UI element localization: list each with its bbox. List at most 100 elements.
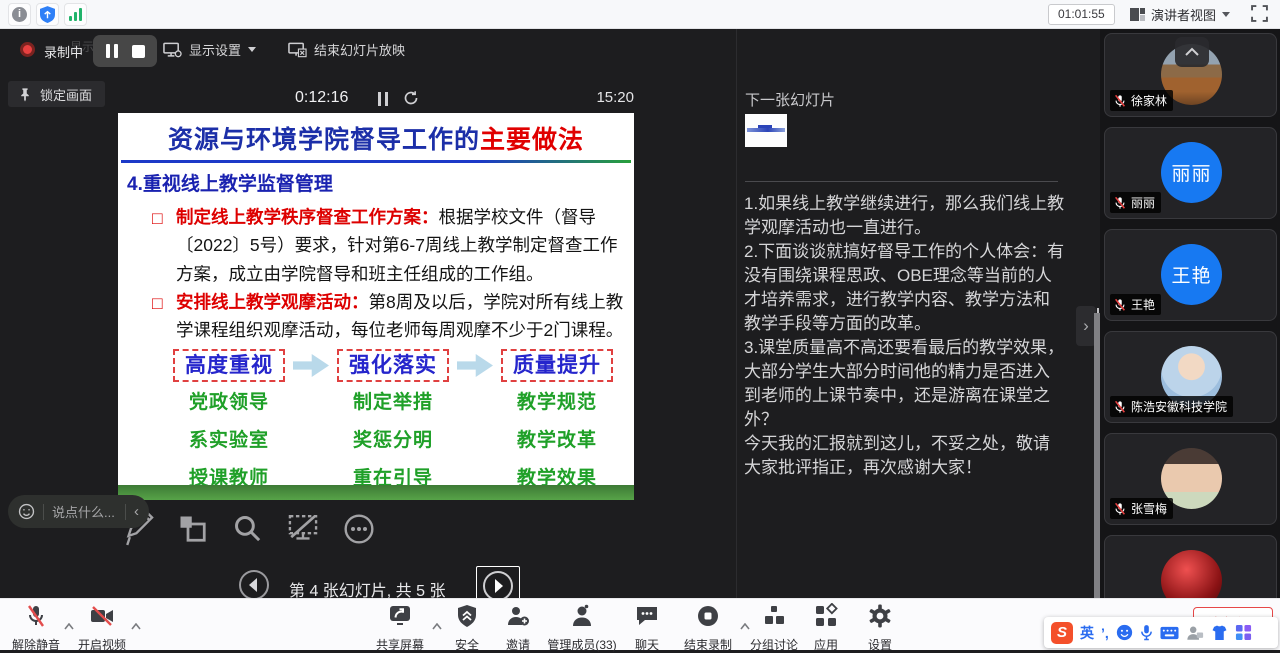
more-options-button[interactable] [343, 513, 375, 550]
avatar [1161, 550, 1222, 598]
slide-box-2: 强化落实 [337, 349, 449, 382]
slide-heading: 4.重视线上教学监督管理 [127, 169, 333, 196]
next-slide-header: 下一张幻灯片 [745, 89, 835, 110]
voice-input-icon[interactable] [1140, 624, 1153, 641]
participant-tile[interactable] [1104, 535, 1277, 598]
participant-tile[interactable]: 丽丽 丽丽 [1104, 127, 1277, 219]
timer-reset-button[interactable] [403, 90, 419, 111]
mic-options-chevron[interactable] [64, 617, 74, 635]
participant-name-chip: 王艳 [1110, 294, 1161, 315]
toolbox-grid-icon[interactable] [1235, 624, 1252, 641]
fullscreen-button[interactable] [1251, 5, 1268, 27]
timer-pause-button[interactable] [378, 92, 388, 106]
slide-title: 资源与环境学院督导工作的主要做法 [118, 120, 634, 156]
note-line: 3.课堂质量高不高还要看最后的教学效果，大部分学生大部分时间他的精力是否进入到老… [744, 336, 1065, 432]
arrow-right-icon [293, 354, 329, 377]
slide-box-3: 质量提升 [501, 349, 613, 382]
pause-recording-button[interactable] [106, 44, 118, 58]
apps-button[interactable]: 应用 [804, 603, 848, 653]
gear-icon [867, 603, 893, 629]
chat-button[interactable]: 聊天 [627, 603, 667, 653]
reset-icon [403, 90, 419, 106]
fullscreen-icon [1251, 5, 1268, 22]
black-screen-button[interactable] [286, 511, 320, 550]
quick-chat-input[interactable]: 说点什么... ‹ [8, 495, 149, 528]
ime-punctuation-toggle[interactable]: ’, [1101, 625, 1109, 641]
emoji-icon[interactable] [18, 503, 35, 520]
speaker-notes: 1.如果线上教学继续进行，那么我们线上教学观摩活动也一直进行。 2.下面谈谈就搞… [744, 192, 1065, 480]
monitor-gear-icon [163, 42, 182, 58]
lock-view-button[interactable]: 锁定画面 [8, 81, 105, 107]
breakout-rooms-button[interactable]: 分组讨论 [743, 603, 805, 653]
panel-divider [736, 29, 737, 598]
display-settings-label: 显示设置 [189, 40, 241, 59]
stop-recording-button[interactable]: 结束录制 [679, 603, 737, 653]
camera-muted-icon [89, 603, 115, 629]
participants-panel: 徐家林 丽丽 丽丽 王艳 王艳 陈浩安徽科技学院 张雪梅 [1100, 29, 1280, 598]
manage-members-button[interactable]: 管理成员(33) [540, 603, 624, 653]
keyboard-icon[interactable] [1160, 626, 1179, 640]
collapse-panel-button[interactable] [1175, 37, 1209, 67]
chevron-down-icon [248, 47, 256, 52]
view-mode-selector[interactable]: 演讲者视图 [1130, 4, 1230, 25]
avatar: 王艳 [1161, 244, 1222, 305]
avatar: 丽丽 [1161, 142, 1222, 203]
see-all-slides-button[interactable] [178, 514, 208, 549]
chevron-down-icon [1222, 12, 1230, 17]
breakout-icon [761, 603, 787, 629]
end-slideshow-button[interactable]: 结束幻灯片放映 [288, 40, 405, 59]
monitor-close-icon [288, 42, 307, 58]
emoji-icon[interactable] [1116, 624, 1133, 641]
participant-tile[interactable]: 陈浩安徽科技学院 [1104, 331, 1277, 423]
person-icon [569, 603, 595, 629]
collapse-chat-icon[interactable]: ‹ [134, 503, 139, 520]
ime-language-toggle[interactable]: 英 [1080, 623, 1094, 643]
apps-icon [813, 603, 839, 629]
unmute-button[interactable]: 解除静音 [8, 603, 64, 653]
ime-toolbar: S 英 ’, [1044, 617, 1278, 648]
mic-muted-icon [1113, 298, 1127, 312]
meeting-duration: 01:01:55 [1048, 4, 1115, 25]
slide-box-1: 高度重视 [173, 349, 285, 382]
share-options-chevron[interactable] [432, 617, 442, 635]
share-screen-button[interactable]: 共享屏幕 [372, 603, 428, 653]
settings-button[interactable]: 设置 [858, 603, 902, 653]
start-video-button[interactable]: 开启视频 [74, 603, 130, 653]
user-mode-icon[interactable] [1186, 624, 1204, 641]
screen-slash-icon [286, 511, 320, 545]
video-options-chevron[interactable] [131, 617, 141, 635]
zoom-slide-button[interactable] [232, 513, 263, 549]
presentation-stage: 录制中 显示任务栏 显示设置 结束幻灯片放映 锁定画面 0:12:16 15:2… [0, 29, 1280, 598]
window-top-bar: i 01:01:55 演讲者视图 [0, 0, 1280, 29]
mic-muted-icon [1113, 196, 1127, 210]
magnifier-icon [232, 513, 263, 544]
security-button[interactable]: 安全 [447, 603, 487, 653]
next-slide-thumbnail[interactable] [745, 114, 787, 147]
display-settings-button[interactable]: 显示设置 [163, 40, 256, 59]
participant-name-chip: 张雪梅 [1110, 498, 1173, 519]
participant-tile[interactable]: 徐家林 [1104, 33, 1277, 117]
shield-icon[interactable] [36, 3, 59, 26]
pin-icon [18, 87, 32, 102]
stop-recording-button[interactable] [132, 45, 145, 58]
network-signal-icon[interactable] [64, 3, 87, 26]
chat-placeholder[interactable]: 说点什么... [52, 502, 117, 521]
note-line: 2.下面谈谈就搞好督导工作的个人体会：有没有围绕课程思政、OBE理念等当前的人才… [744, 240, 1065, 336]
slideshow-timer: 0:12:16 [295, 89, 348, 107]
participant-tile[interactable]: 张雪梅 [1104, 433, 1277, 525]
view-mode-label: 演讲者视图 [1151, 5, 1216, 24]
info-icon[interactable]: i [8, 3, 31, 26]
collapse-video-panel-button[interactable]: › [1076, 306, 1096, 346]
lock-view-label: 锁定画面 [40, 85, 92, 104]
invite-button[interactable]: 邀请 [498, 603, 538, 653]
skin-icon[interactable] [1211, 625, 1228, 641]
sogou-logo-icon[interactable]: S [1051, 622, 1073, 644]
recording-indicator-icon [20, 42, 35, 57]
slide-bullet-2: □ 安排线上教学观摩活动：第8周及以后，学院对所有线上教学课程组织观摩活动，每位… [152, 288, 628, 345]
slide-column-3: 教学规范教学改革教学效果 [501, 387, 613, 501]
participant-tile[interactable]: 王艳 王艳 [1104, 229, 1277, 321]
arrow-left-icon [238, 569, 270, 601]
slide-sorter-icon [178, 514, 208, 544]
participant-name-chip: 丽丽 [1110, 192, 1161, 213]
layout-icon [1130, 8, 1145, 21]
